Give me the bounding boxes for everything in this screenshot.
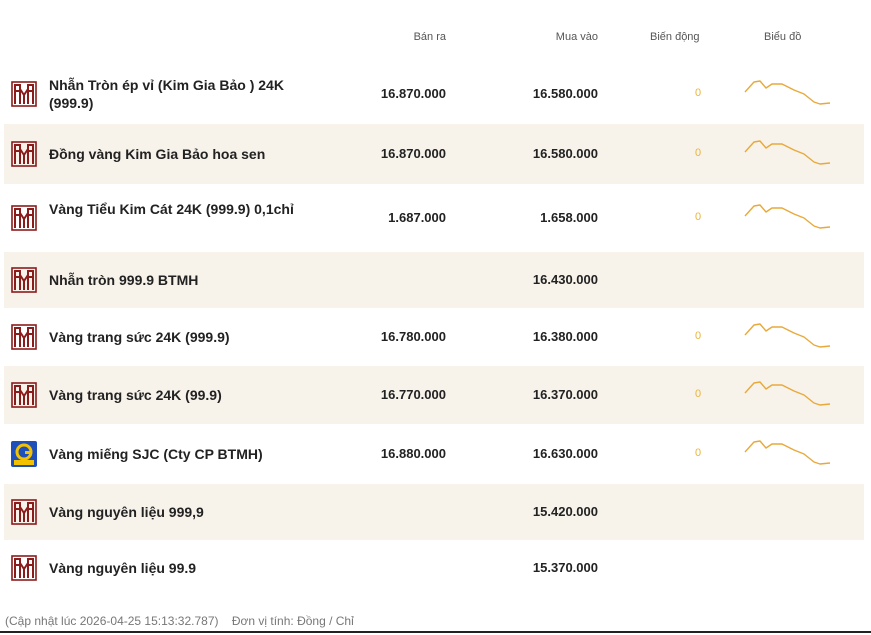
btmh-logo-icon: [11, 324, 37, 350]
sell-price: 16.770.000: [380, 387, 446, 402]
price-sparkline[interactable]: [742, 317, 832, 353]
btmh-logo-icon: [11, 205, 37, 231]
product-name: Vàng miếng SJC (Cty CP BTMH): [49, 446, 263, 462]
sell-price: 16.780.000: [380, 329, 446, 344]
sell-price: 16.880.000: [380, 446, 446, 461]
btmh-logo-icon: [11, 499, 37, 525]
btmh-logo-icon: [11, 382, 37, 408]
buy-price: 16.580.000: [532, 146, 598, 161]
table-header: Bán ra Mua vào Biến động Biểu đồ: [4, 0, 864, 64]
buy-price: 16.580.000: [532, 86, 598, 101]
footer-divider: [0, 631, 871, 633]
footer-note: (Cập nhật lúc 2026-04-25 15:13:32.787) Đ…: [5, 614, 354, 628]
product-name: Vàng nguyên liệu 999,9: [49, 504, 204, 520]
sell-price: 16.870.000: [380, 146, 446, 161]
btmh-logo-icon: [11, 555, 37, 581]
price-trend-line: [744, 440, 831, 465]
product-name: Vàng nguyên liệu 99.9: [49, 560, 197, 576]
price-change: 0: [695, 87, 702, 99]
price-change: 0: [695, 447, 702, 459]
price-sparkline[interactable]: [742, 434, 832, 470]
unit-label: Đơn vị tính: Đồng / Chỉ: [231, 614, 354, 628]
table-row: Đồng vàng Kim Gia Bảo hoa sen 16.870.000 1…: [4, 124, 864, 184]
sell-price: 16.870.000: [380, 86, 446, 101]
price-trend-line: [744, 140, 831, 165]
price-sparkline[interactable]: [742, 74, 832, 110]
buy-price: 16.630.000: [532, 446, 598, 461]
table-row: Vàng trang sức 24K (999.9) 16.780.000 16.3…: [4, 308, 864, 366]
price-change: 0: [695, 211, 702, 223]
table-row: Nhẫn tròn 999.9 BTMH 16.430.000: [4, 252, 864, 308]
price-trend-line: [744, 323, 831, 348]
buy-price: 1.658.000: [540, 210, 598, 225]
product-name: Đồng vàng Kim Gia Bảo hoa sen: [49, 146, 266, 162]
price-sparkline[interactable]: [742, 134, 832, 170]
price-change: 0: [695, 147, 702, 159]
buy-price: 16.430.000: [532, 272, 598, 287]
buy-price: 15.370.000: [532, 560, 598, 575]
table-row: Vàng nguyên liệu 99.9 15.370.000: [4, 540, 864, 596]
header-bien-dong: Biến động: [650, 31, 700, 43]
header-bieu-do: Biểu đồ: [764, 31, 802, 43]
sjc-logo-icon: [11, 441, 37, 467]
table-row: Vàng trang sức 24K (99.9) 16.770.000 16.37…: [4, 366, 864, 424]
price-change: 0: [695, 388, 702, 400]
btmh-logo-icon: [11, 141, 37, 167]
price-trend-line: [744, 381, 831, 406]
buy-price: 16.370.000: [532, 387, 598, 402]
gold-price-table: Bán ra Mua vào Biến động Biểu đồ Nhẫn Tr…: [4, 0, 864, 596]
product-name: Nhẫn Tròn ép vỉ (Kim Gia Bảo ) 24K (999.…: [49, 77, 284, 111]
product-name: Vàng trang sức 24K (99.9): [49, 387, 222, 403]
header-ban-ra: Bán ra: [413, 31, 446, 43]
price-change: 0: [695, 330, 702, 342]
table-row: Nhẫn Tròn ép vỉ (Kim Gia Bảo ) 24K (999.…: [4, 64, 864, 124]
header-mua-vao: Mua vào: [555, 31, 598, 43]
btmh-logo-icon: [11, 81, 37, 107]
btmh-logo-icon: [11, 267, 37, 293]
table-row: Vàng nguyên liệu 999,9 15.420.000: [4, 484, 864, 540]
product-name: Vàng Tiểu Kim Cát 24K (999.9) 0,1chỉ: [49, 201, 294, 217]
product-name: Vàng trang sức 24K (999.9): [49, 329, 230, 345]
buy-price: 16.380.000: [532, 329, 598, 344]
update-timestamp: (Cập nhật lúc 2026-04-25 15:13:32.787): [5, 614, 219, 628]
table-row: Vàng miếng SJC (Cty CP BTMH) 16.880.000 16…: [4, 424, 864, 484]
buy-price: 15.420.000: [532, 504, 598, 519]
price-sparkline[interactable]: [742, 198, 832, 234]
table-body: Nhẫn Tròn ép vỉ (Kim Gia Bảo ) 24K (999.…: [4, 64, 864, 596]
price-trend-line: [744, 204, 831, 229]
sell-price: 1.687.000: [388, 210, 446, 225]
price-trend-line: [744, 80, 831, 105]
table-row: Vàng Tiểu Kim Cát 24K (999.9) 0,1chỉ 1.68…: [4, 184, 864, 252]
product-name: Nhẫn tròn 999.9 BTMH: [49, 272, 199, 288]
price-sparkline[interactable]: [742, 375, 832, 411]
